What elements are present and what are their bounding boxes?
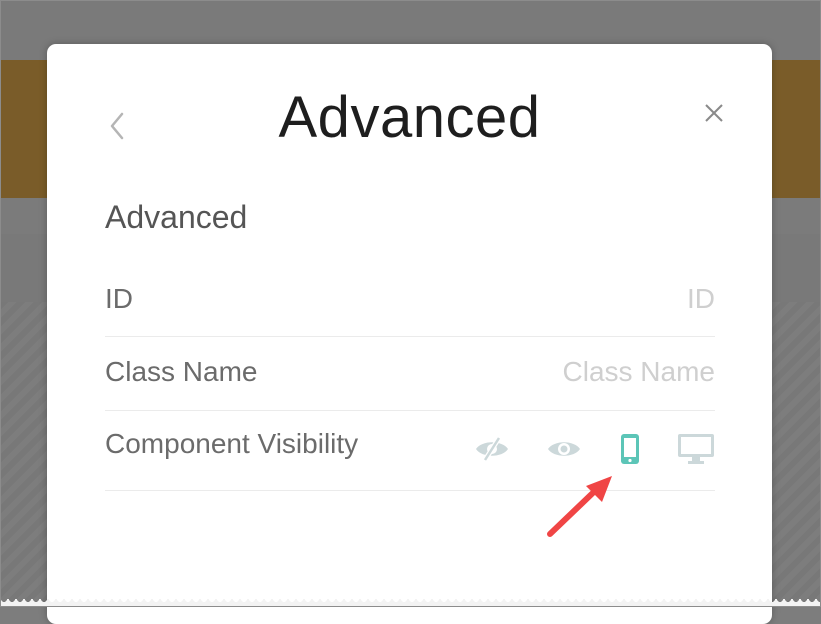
class-name-row: Class Name: [105, 336, 715, 411]
annotation-arrow-icon: [547, 476, 612, 537]
component-visibility-row: Component Visibility: [105, 410, 715, 491]
id-row: ID: [105, 273, 715, 337]
modal-title: Advanced: [278, 85, 541, 150]
torn-edge: [0, 599, 821, 607]
advanced-modal: Advanced Advanced ID Class Name Componen…: [47, 44, 772, 624]
class-name-label: Class Name: [105, 356, 258, 387]
component-visibility-label: Component Visibility: [105, 428, 359, 459]
id-label: ID: [105, 283, 133, 314]
mobile-icon[interactable]: [617, 432, 643, 466]
eye-slash-icon[interactable]: [473, 432, 511, 466]
section-heading: Advanced: [105, 199, 248, 235]
eye-icon[interactable]: [545, 432, 583, 466]
class-name-input[interactable]: [475, 356, 715, 388]
close-icon[interactable]: [701, 100, 727, 126]
id-input[interactable]: [475, 283, 715, 315]
desktop-icon[interactable]: [677, 432, 715, 466]
